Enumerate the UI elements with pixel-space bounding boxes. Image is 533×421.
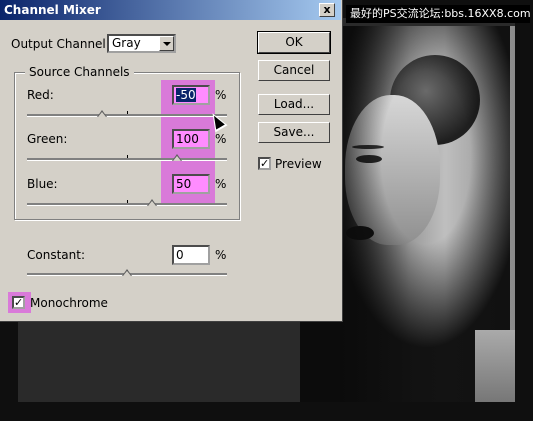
blue-value: 50 — [176, 177, 192, 191]
green-slider-center-tick — [127, 155, 128, 158]
red-slider-center-tick — [127, 111, 128, 114]
load-button[interactable]: Load... — [258, 94, 330, 115]
output-channel-select[interactable]: Gray — [107, 34, 176, 53]
monochrome-label: Monochrome — [30, 296, 108, 310]
monochrome-checkbox[interactable]: ✓ — [12, 296, 25, 309]
red-label: Red: — [27, 88, 54, 102]
constant-input[interactable]: 0 — [172, 245, 210, 265]
output-channel-value: Gray — [112, 36, 141, 50]
red-value: -50 — [176, 88, 196, 102]
close-button[interactable]: x — [319, 3, 335, 17]
chevron-down-icon[interactable] — [159, 36, 174, 51]
green-value: 100 — [176, 132, 199, 146]
ok-button[interactable]: OK — [257, 31, 331, 54]
green-label: Green: — [27, 132, 68, 146]
constant-value: 0 — [176, 248, 184, 262]
constant-label: Constant: — [27, 248, 85, 262]
red-slider-track[interactable] — [27, 114, 227, 117]
cancel-button[interactable]: Cancel — [258, 60, 330, 81]
dialog-title: Channel Mixer — [4, 3, 101, 17]
check-icon: ✓ — [14, 296, 24, 309]
channel-mixer-dialog: Channel Mixer x Output Channel: Gray Sou… — [0, 0, 343, 322]
red-percent: % — [215, 88, 227, 102]
preview-label: Preview — [275, 157, 322, 171]
constant-slider-thumb[interactable] — [122, 269, 132, 276]
blue-slider-center-tick — [127, 200, 128, 203]
blue-slider-thumb[interactable] — [147, 199, 157, 206]
blue-input[interactable]: 50 — [172, 174, 210, 194]
red-input[interactable]: -50 — [172, 85, 210, 105]
source-channels-title: Source Channels — [25, 65, 134, 79]
preview-checkbox[interactable]: ✓ — [258, 157, 271, 170]
forum-banner: 最好的PS交流论坛:bbs.16XX8.com — [346, 5, 530, 23]
check-icon: ✓ — [260, 157, 270, 170]
shoulder — [475, 330, 515, 402]
constant-percent: % — [215, 248, 227, 262]
output-channel-label: Output Channel: — [11, 37, 110, 51]
green-input[interactable]: 100 — [172, 129, 210, 149]
green-slider-track[interactable] — [27, 158, 227, 161]
save-button[interactable]: Save... — [258, 122, 330, 143]
title-bar[interactable]: Channel Mixer x — [0, 0, 341, 20]
blue-slider-track[interactable] — [27, 203, 227, 206]
green-slider-thumb[interactable] — [172, 154, 182, 161]
green-percent: % — [215, 132, 227, 146]
red-slider-thumb[interactable] — [97, 110, 107, 117]
blue-percent: % — [215, 177, 227, 191]
blue-label: Blue: — [27, 177, 58, 191]
